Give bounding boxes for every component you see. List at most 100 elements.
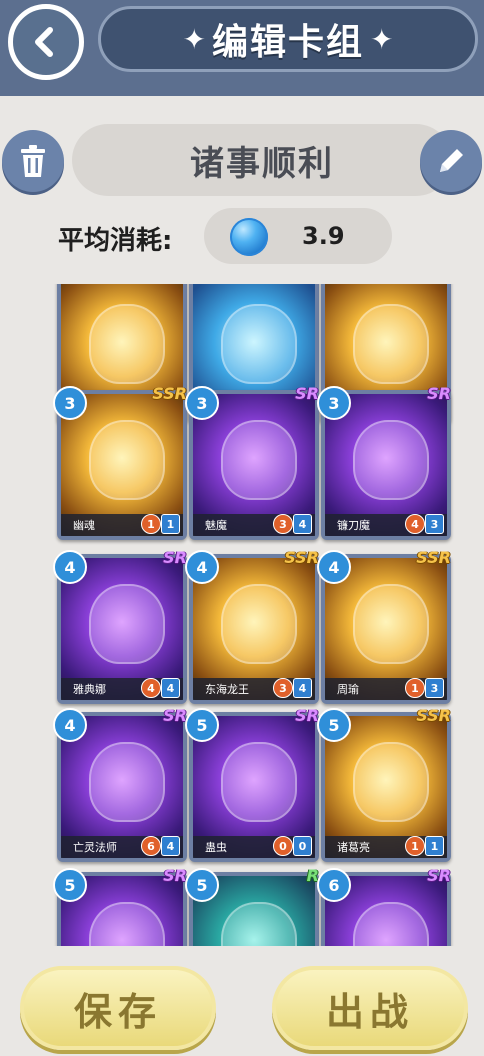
card-footer: 东海龙王 3 4	[193, 678, 315, 700]
card-name: 魅魔	[205, 519, 227, 532]
cost-badge: 5	[317, 708, 351, 742]
card-name: 幽魂	[73, 519, 95, 532]
deck-name-field[interactable]: 诸事顺利	[72, 124, 452, 196]
rarity-badge: SR	[427, 866, 451, 885]
hero-portrait	[221, 584, 297, 664]
health-stat: 1	[425, 836, 444, 856]
save-label: 保存	[73, 989, 162, 1034]
hero-card[interactable]: 4 SR 雅典娜 4 4	[53, 548, 187, 704]
sparkle-star-icon: ✦	[182, 22, 206, 56]
cost-badge: 3	[53, 386, 87, 420]
attack-stat: 3	[273, 678, 293, 698]
hero-card[interactable]: 6 SR	[317, 866, 451, 946]
average-cost-label: 平均消耗:	[58, 226, 173, 256]
hero-portrait	[89, 304, 165, 384]
hero-card[interactable]: 5R	[185, 866, 319, 946]
attack-stat: 0	[273, 836, 293, 856]
hero-portrait	[89, 584, 165, 664]
sparkle-star-icon: ✦	[370, 22, 394, 56]
health-stat: 4	[293, 678, 312, 698]
health-stat: 3	[425, 514, 444, 534]
rarity-badge: SSR	[284, 548, 319, 567]
cost-badge: 3	[185, 386, 219, 420]
pencil-icon	[440, 149, 463, 172]
hero-card[interactable]: 5 SR	[53, 866, 187, 946]
card-name: 东海龙王	[205, 683, 249, 696]
attack-stat: 1	[405, 678, 425, 698]
hero-portrait	[353, 304, 429, 384]
card-footer: 魅魔 3 4	[193, 514, 315, 536]
edit-name-button[interactable]	[420, 130, 482, 192]
rarity-badge: SR	[427, 384, 451, 403]
hero-portrait	[89, 902, 165, 946]
battle-button[interactable]: 出战	[272, 966, 468, 1050]
page-title: 编辑卡组	[211, 22, 364, 63]
card-name: 蛊虫	[205, 841, 227, 854]
health-stat: 3	[425, 678, 444, 698]
battle-label: 出战	[325, 989, 414, 1034]
hero-card[interactable]: 4 SR 亡灵法师 6 4	[53, 706, 187, 862]
cost-badge: 5	[185, 868, 219, 902]
title-bar: ✦ 编辑卡组 ✦	[98, 6, 478, 72]
hero-portrait	[353, 420, 429, 500]
trash-icon	[21, 145, 45, 177]
hero-card[interactable]: 3 SR 魅魔 3 4	[185, 384, 319, 540]
rarity-badge: SR	[163, 548, 187, 567]
attack-stat: 1	[405, 836, 425, 856]
hero-portrait	[353, 902, 429, 946]
card-footer: 镰刀魔 4 3	[325, 514, 447, 536]
cost-badge: 4	[53, 708, 87, 742]
cost-badge: 6	[317, 868, 351, 902]
rarity-badge: SSR	[416, 548, 451, 567]
hero-portrait	[221, 304, 297, 384]
card-footer: 周瑜 1 3	[325, 678, 447, 700]
health-stat: 4	[161, 678, 180, 698]
rarity-badge: SR	[295, 384, 319, 403]
hero-card[interactable]: 3 SR 镰刀魔 4 3	[317, 384, 451, 540]
attack-stat: 3	[273, 514, 293, 534]
cost-badge: 4	[185, 550, 219, 584]
attack-stat: 4	[141, 678, 161, 698]
card-name: 诸葛亮	[337, 841, 370, 854]
hero-card[interactable]: 5 SSR 诸葛亮 1 1	[317, 706, 451, 862]
card-name: 亡灵法师	[73, 841, 117, 854]
card-name: 镰刀魔	[337, 519, 370, 532]
cost-badge: 5	[53, 868, 87, 902]
card-footer: 亡灵法师 6 4	[61, 836, 183, 858]
card-footer: 幽魂 1 1	[61, 514, 183, 536]
rarity-badge: SR	[163, 866, 187, 885]
hero-card[interactable]: 5 SR 蛊虫 0 0	[185, 706, 319, 862]
health-stat: 1	[161, 514, 180, 534]
health-stat: 4	[293, 514, 312, 534]
rarity-badge: SR	[295, 706, 319, 725]
hero-portrait	[221, 902, 297, 946]
attack-stat: 4	[405, 514, 425, 534]
hero-portrait	[221, 742, 297, 822]
cost-badge: 4	[53, 550, 87, 584]
hero-portrait	[89, 742, 165, 822]
card-grid[interactable]: 德鲁伊先知24眼魔12郭嘉123SSR幽魂113SR魅魔343SR镰刀魔434S…	[0, 284, 484, 946]
back-arrow-icon	[35, 27, 53, 57]
hero-card[interactable]: 4 SSR 东海龙王 3 4	[185, 548, 319, 704]
card-footer: 蛊虫 0 0	[193, 836, 315, 858]
card-footer: 诸葛亮 1 1	[325, 836, 447, 858]
top-bar: ✦ 编辑卡组 ✦	[0, 0, 484, 96]
rarity-badge: SSR	[152, 384, 187, 403]
hero-portrait	[353, 742, 429, 822]
deck-name: 诸事顺利	[190, 143, 334, 184]
hero-portrait	[353, 584, 429, 664]
hero-card[interactable]: 4 SSR 周瑜 1 3	[317, 548, 451, 704]
hero-portrait	[89, 420, 165, 500]
cost-badge: 4	[317, 550, 351, 584]
hero-card[interactable]: 3 SSR 幽魂 1 1	[53, 384, 187, 540]
back-button[interactable]	[8, 4, 84, 80]
hero-portrait	[221, 420, 297, 500]
delete-deck-button[interactable]	[2, 130, 64, 192]
save-button[interactable]: 保存	[20, 966, 216, 1050]
card-name: 周瑜	[337, 683, 359, 696]
average-cost-value: 3.9	[302, 222, 345, 250]
rarity-badge: SSR	[416, 706, 451, 725]
rarity-badge: SR	[163, 706, 187, 725]
mana-orb-icon	[230, 218, 268, 256]
card-footer: 雅典娜 4 4	[61, 678, 183, 700]
